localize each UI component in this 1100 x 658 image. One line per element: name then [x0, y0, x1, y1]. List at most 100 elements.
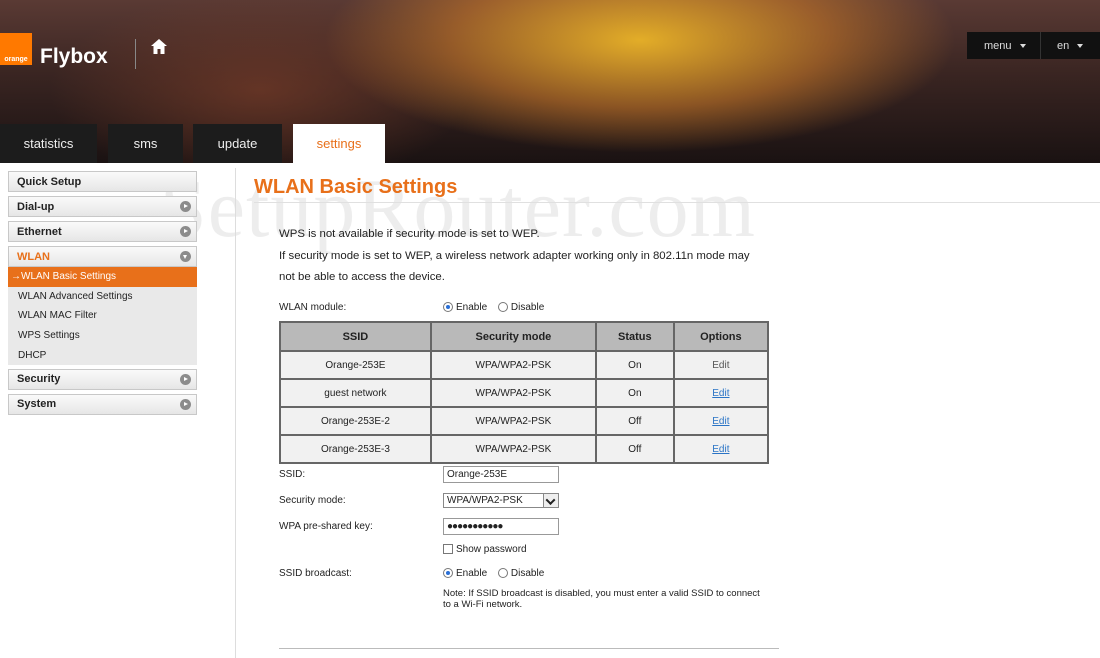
submenu-wlan-mac-filter[interactable]: WLAN MAC Filter: [8, 306, 197, 326]
radio-icon: [497, 568, 508, 578]
security-cell: WPA/WPA2-PSK: [429, 434, 597, 464]
show-password-label: Show password: [456, 544, 527, 555]
table-row: Orange-253E-3 WPA/WPA2-PSK Off Edit: [279, 434, 770, 464]
language-label: en: [1057, 39, 1070, 52]
tab-sms[interactable]: sms: [108, 124, 183, 163]
home-icon[interactable]: [148, 36, 170, 58]
menu-label: menu: [984, 39, 1012, 52]
sidebar-item-label: Security: [17, 373, 61, 386]
logo-text: orange: [4, 56, 28, 63]
submenu-wps-settings[interactable]: WPS Settings: [8, 326, 197, 346]
security-cell: WPA/WPA2-PSK: [429, 406, 597, 436]
language-dropdown[interactable]: en: [1040, 32, 1084, 59]
edit-link[interactable]: Edit: [672, 378, 770, 408]
sidebar-item-label: System: [17, 398, 57, 411]
wlan-module-label: WLAN module:: [279, 302, 347, 313]
ssid-broadcast-disable-radio[interactable]: Disable: [497, 568, 545, 579]
note-line: not be able to access the device.: [279, 271, 445, 283]
chevron-down-icon: [543, 494, 558, 507]
security-cell: WPA/WPA2-PSK: [429, 378, 597, 408]
submenu-wlan-basic-settings[interactable]: →WLAN Basic Settings: [8, 267, 197, 287]
security-mode-select[interactable]: WPA/WPA2-PSK: [443, 493, 559, 508]
security-mode-label: Security mode:: [279, 495, 346, 506]
tab-statistics[interactable]: statistics: [0, 124, 97, 163]
chevron-down-icon: [1077, 43, 1084, 48]
sidebar-item-label: Ethernet: [17, 225, 62, 238]
show-password-checkbox[interactable]: Show password: [443, 544, 527, 555]
ssid-cell: Orange-253E-3: [279, 434, 432, 464]
tab-update[interactable]: update: [193, 124, 282, 163]
ssid-cell: Orange-253E: [279, 350, 432, 380]
radio-label: Enable: [456, 302, 488, 313]
column-header: SSID: [279, 321, 432, 352]
note-line: If security mode is set to WEP, a wirele…: [279, 249, 750, 262]
table-row: Orange-253E-2 WPA/WPA2-PSK Off Edit: [279, 406, 770, 436]
radio-icon: [497, 302, 508, 312]
wlan-module-disable-radio[interactable]: Disable: [497, 302, 545, 313]
chevron-right-icon: [180, 373, 191, 385]
table-row: Orange-253E WPA/WPA2-PSK On Edit: [279, 350, 770, 380]
radio-selected-icon: [443, 302, 453, 312]
radio-label: Enable: [456, 568, 488, 579]
submenu-dhcp[interactable]: DHCP: [8, 345, 197, 365]
wlan-submenu: →WLAN Basic Settings WLAN Advanced Setti…: [8, 267, 197, 365]
tab-settings[interactable]: settings: [293, 124, 385, 163]
broadcast-note: Note: If SSID broadcast is disabled, you…: [443, 588, 760, 610]
chevron-right-icon: [180, 201, 191, 212]
brand-name: Flybox: [40, 45, 108, 68]
orange-logo: orange: [0, 33, 32, 65]
chevron-right-icon: [180, 226, 191, 237]
checkbox-icon: [443, 544, 453, 554]
chevron-down-icon: [1019, 43, 1026, 48]
status-cell: Off: [594, 434, 675, 464]
sidebar-item-label: Quick Setup: [17, 175, 82, 188]
sidebar-item-label: WLAN: [17, 250, 50, 263]
chevron-down-icon: [180, 251, 191, 262]
radio-label: Disable: [510, 302, 545, 313]
page-title: WLAN Basic Settings: [254, 176, 458, 198]
edit-link[interactable]: Edit: [672, 406, 770, 436]
ssid-broadcast-radio-group: Enable Disable: [443, 568, 552, 579]
status-cell: Off: [594, 406, 675, 436]
column-header: Options: [672, 321, 770, 352]
radio-label: Disable: [510, 568, 545, 579]
status-cell: On: [594, 350, 675, 380]
ssid-broadcast-label: SSID broadcast:: [279, 568, 352, 579]
ssid-cell: Orange-253E-2: [279, 406, 432, 436]
info-notes: WPS is not available if security mode is…: [279, 224, 799, 289]
menu-dropdown[interactable]: menu: [967, 32, 1040, 59]
sidebar: Quick Setup Dial-up Ethernet WLAN →WLAN …: [8, 171, 197, 419]
chevron-right-icon: [180, 398, 191, 410]
top-menu: menu en: [967, 32, 1100, 59]
ssid-cell: guest network: [279, 378, 432, 408]
content-divider: [235, 168, 236, 658]
sidebar-item-security[interactable]: Security: [8, 368, 197, 390]
psk-label: WPA pre-shared key:: [279, 521, 373, 532]
edit-label: Edit: [672, 350, 770, 380]
wlan-module-radio-group: Enable Disable: [443, 302, 552, 313]
ssid-table: SSID Security mode Status Options Orange…: [279, 321, 770, 464]
ssid-input[interactable]: Orange-253E: [443, 466, 559, 483]
section-divider: [279, 648, 779, 649]
sidebar-item-wlan[interactable]: WLAN: [8, 246, 197, 267]
security-cell: WPA/WPA2-PSK: [429, 350, 597, 380]
sidebar-item-dial-up[interactable]: Dial-up: [8, 196, 197, 217]
ssid-label: SSID:: [279, 469, 306, 480]
submenu-wlan-advanced-settings[interactable]: WLAN Advanced Settings: [8, 287, 197, 307]
column-header: Security mode: [429, 321, 597, 352]
status-cell: On: [594, 378, 675, 408]
select-value: WPA/WPA2-PSK: [447, 495, 523, 506]
sidebar-item-quick-setup[interactable]: Quick Setup: [8, 171, 197, 192]
edit-link[interactable]: Edit: [672, 434, 770, 464]
wlan-module-enable-radio[interactable]: Enable: [443, 302, 487, 313]
title-underline: [254, 202, 1100, 203]
sidebar-item-label: Dial-up: [17, 200, 55, 213]
note-line: WPS is not available if security mode is…: [279, 228, 540, 240]
sidebar-item-ethernet[interactable]: Ethernet: [8, 221, 197, 242]
column-header: Status: [594, 321, 675, 352]
psk-password-input[interactable]: ●●●●●●●●●●●: [443, 518, 559, 535]
sidebar-item-system[interactable]: System: [8, 393, 197, 415]
header-divider: [135, 39, 136, 69]
ssid-broadcast-enable-radio[interactable]: Enable: [443, 568, 487, 579]
table-header-row: SSID Security mode Status Options: [279, 321, 770, 352]
